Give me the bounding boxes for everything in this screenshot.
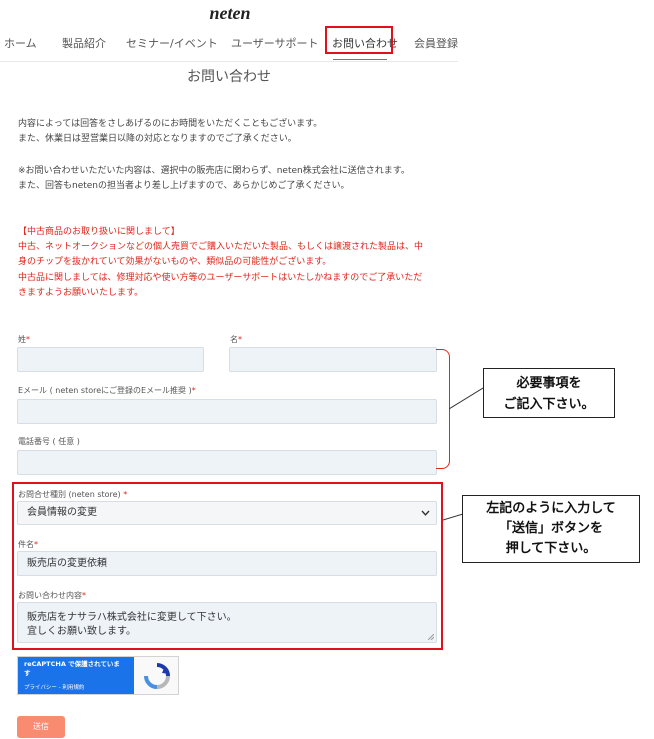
notice-line: 中古品に関しましては、修理対応や使い方等のユーザーサポートはいたしかねますのでご… [18, 273, 423, 283]
callout-pointer-line [443, 513, 463, 521]
message-line: 販売店をナサラハ株式会社に変更して下さい。 [27, 612, 237, 623]
notice-heading: 【中古商品のお取り扱いに関しまして】 [18, 227, 180, 237]
neten-logo[interactable]: neten [201, 2, 259, 24]
submit-button[interactable]: 送信 [17, 716, 65, 738]
callout-pointer-line [449, 387, 483, 410]
message-textarea[interactable]: 販売店をナサラハ株式会社に変更して下さい。 宜しくお願い致します。 [17, 602, 437, 643]
last-name-label: 姓* [18, 335, 30, 344]
nav-item-home[interactable]: ホーム [4, 35, 37, 51]
required-callout: 必要事項を ご記入下さい。 [483, 368, 615, 418]
logo-text: neten [209, 3, 250, 23]
recaptcha-logo-icon [144, 663, 170, 689]
nav-active-highlight [325, 26, 393, 54]
category-label: お問合せ種別 (neten store) * [18, 490, 128, 499]
category-select-value: 会員情報の変更 [27, 507, 97, 518]
category-select[interactable]: 会員情報の変更 [17, 501, 437, 525]
phone-input[interactable] [17, 450, 437, 475]
nav-item-seminar[interactable]: セミナー/イベント [126, 35, 218, 51]
nav-item-support[interactable]: ユーザーサポート [231, 35, 319, 51]
subject-label: 件名* [18, 540, 38, 549]
notice-line: きますようお願いいたします。 [18, 288, 144, 298]
first-name-input[interactable] [229, 347, 437, 372]
recaptcha-panel: reCAPTCHA で保護されていま す プライバシー - 利用規約 [18, 657, 134, 694]
page-title: お問い合わせ [187, 69, 271, 85]
resize-handle-icon[interactable] [428, 634, 434, 640]
chevron-down-icon [421, 510, 430, 516]
nav-item-register[interactable]: 会員登録 [414, 35, 458, 51]
recaptcha-links[interactable]: プライバシー - 利用規約 [24, 683, 84, 691]
message-line: 宜しくお願い致します。 [27, 626, 136, 637]
recaptcha-title: reCAPTCHA で保護されていま す [24, 660, 120, 677]
intro-line: ※お問い合わせいただいた内容は、選択中の販売店に関わらず、neten株式会社に送… [18, 166, 410, 176]
email-label: Eメール ( neten storeにご登録のEメール推奨 )* [18, 386, 196, 395]
notice-line: 身のチップを抜かれていて効果がないものや、類似品の可能性がございます。 [18, 257, 332, 267]
nav-divider [0, 61, 458, 62]
required-bracket [436, 349, 450, 469]
last-name-input[interactable] [17, 347, 204, 372]
intro-line: 内容によっては回答をさしあげるのにお時間をいただくこともございます。 [18, 119, 323, 129]
instruction-callout: 左記のように入力して 「送信」ボタンを 押して下さい。 [462, 495, 640, 563]
recaptcha-widget[interactable]: reCAPTCHA で保護されていま す プライバシー - 利用規約 [17, 656, 179, 695]
phone-label: 電話番号 ( 任意 ) [18, 437, 80, 446]
intro-line: また、回答もnetenの担当者より差し上げますので、あらかじめご了承ください。 [18, 181, 350, 191]
message-label: お問い合わせ内容* [18, 591, 86, 600]
first-name-label: 名* [230, 335, 242, 344]
nav-active-underline [333, 59, 387, 60]
subject-input[interactable]: 販売店の変更依頼 [17, 551, 437, 576]
notice-line: 中古、ネットオークションなどの個人売買でご購入いただいた製品、もしくは譲渡された… [18, 242, 424, 252]
nav-item-products[interactable]: 製品紹介 [62, 35, 106, 51]
email-input[interactable] [17, 399, 437, 424]
intro-line: また、休業日は翌営業日以降の対応となりますのでご了承ください。 [18, 134, 297, 144]
